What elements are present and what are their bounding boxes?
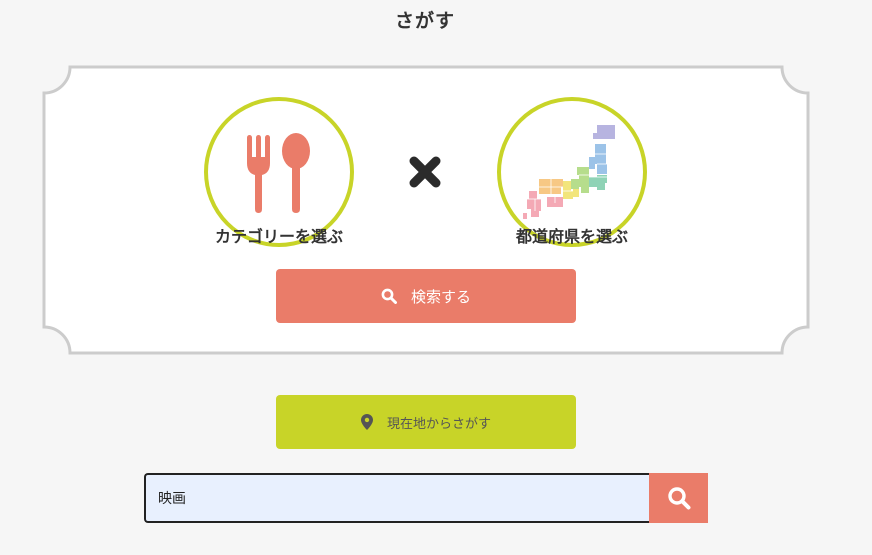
search-icon — [667, 486, 691, 510]
prefecture-picker-label: 都道府県を選ぶ — [515, 227, 628, 246]
category-picker[interactable]: カテゴリーを選ぶ — [204, 97, 354, 247]
category-picker-label: カテゴリーを選ぶ — [214, 227, 343, 246]
current-location-button-label: 現在地からさがす — [386, 416, 491, 432]
location-pin-icon — [360, 414, 373, 430]
search-button[interactable]: 検索する — [276, 269, 576, 323]
search-button-label: 検索する — [410, 287, 471, 306]
prefecture-picker[interactable]: 都道府県を選ぶ — [497, 97, 647, 247]
current-location-button[interactable]: 現在地からさがす — [276, 395, 576, 449]
keyword-search-submit-button[interactable] — [649, 473, 708, 523]
page-title: さがす — [394, 10, 455, 32]
search-panel: カテゴリーを選ぶ 都道府県を選ぶ 検索する — [42, 65, 810, 355]
keyword-search-input[interactable] — [144, 473, 649, 523]
search-icon — [381, 288, 397, 304]
times-icon — [409, 156, 441, 188]
